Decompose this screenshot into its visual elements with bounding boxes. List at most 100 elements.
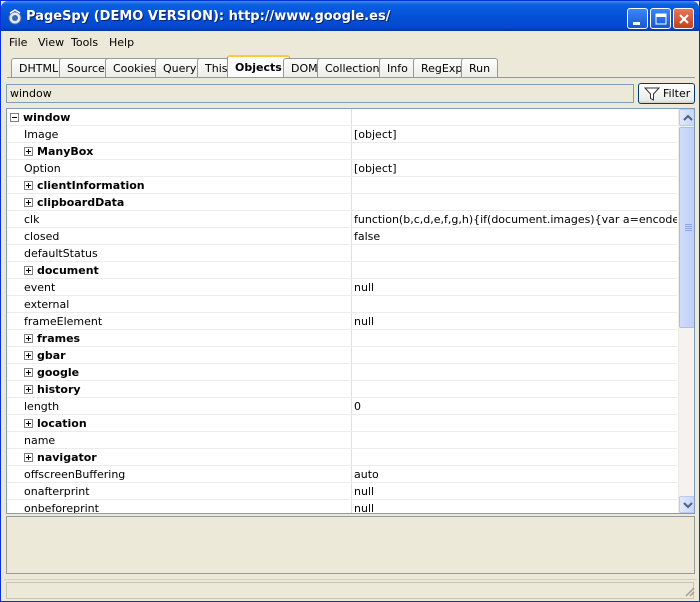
tree-row[interactable]: history — [7, 381, 677, 398]
object-tree-grid[interactable]: window Image [object] ManyBox Option [object… — [6, 108, 695, 514]
tree-row-name-cell: frameElement — [7, 313, 352, 329]
expand-icon[interactable] — [24, 334, 33, 343]
tree-row-name-cell: closed — [7, 228, 352, 244]
tree-row-name-cell: name — [7, 432, 352, 448]
property-value: null — [354, 502, 375, 514]
tree-row[interactable]: clientInformation — [7, 177, 677, 194]
tree-row[interactable]: ManyBox — [7, 143, 677, 160]
property-name: document — [37, 264, 99, 277]
property-name: location — [37, 417, 87, 430]
menu-view[interactable]: View — [38, 36, 64, 49]
expand-icon[interactable] — [24, 266, 33, 275]
tree-row[interactable]: name — [7, 432, 677, 449]
expand-icon[interactable] — [24, 351, 33, 360]
property-name: Image — [24, 128, 59, 141]
property-name: frameElement — [24, 315, 103, 328]
chevron-down-icon — [683, 502, 693, 509]
expand-icon[interactable] — [24, 385, 33, 394]
property-value: null — [354, 281, 375, 294]
tree-row[interactable]: clipboardData — [7, 194, 677, 211]
menu-file[interactable]: File — [9, 36, 27, 49]
tree-row[interactable]: frames — [7, 330, 677, 347]
tab-info[interactable]: Info — [379, 58, 416, 78]
expand-icon[interactable] — [24, 181, 33, 190]
tree-row[interactable]: event null — [7, 279, 677, 296]
maximize-button[interactable] — [650, 8, 671, 29]
tree-row-name-cell: onbeforeprint — [7, 500, 352, 513]
expand-icon[interactable] — [24, 453, 33, 462]
property-value: function(b,c,d,e,f,g,h){if(document.imag… — [354, 213, 677, 226]
property-name: history — [37, 383, 81, 396]
property-value: 0 — [354, 400, 361, 413]
property-name: length — [24, 400, 60, 413]
property-value: false — [354, 230, 381, 243]
tree-row[interactable]: offscreenBuffering auto — [7, 466, 677, 483]
menu-tools[interactable]: Tools — [71, 36, 98, 49]
scroll-up-button[interactable] — [679, 109, 694, 126]
maximize-icon — [655, 13, 667, 25]
tree-row[interactable]: length 0 — [7, 398, 677, 415]
menu-help[interactable]: Help — [109, 36, 134, 49]
scroll-thumb[interactable] — [679, 127, 694, 328]
tree-root-name-cell: window — [7, 109, 352, 125]
tab-objects[interactable]: Objects — [227, 55, 290, 78]
vertical-scrollbar[interactable] — [678, 109, 694, 513]
tree-row-name-cell: onafterprint — [7, 483, 352, 499]
minimize-button[interactable] — [627, 8, 648, 29]
property-name: offscreenBuffering — [24, 468, 126, 481]
tree-row-name-cell: length — [7, 398, 352, 414]
close-button[interactable] — [673, 8, 694, 29]
tree-root-label: window — [23, 111, 71, 124]
resize-grip-icon[interactable] — [683, 585, 695, 597]
property-name: event — [24, 281, 56, 294]
scroll-down-button[interactable] — [679, 496, 694, 513]
tree-row[interactable]: frameElement null — [7, 313, 677, 330]
tree-row-name-cell: location — [7, 415, 352, 431]
tab-run[interactable]: Run — [461, 58, 499, 78]
tree-row-name-cell: history — [7, 381, 352, 397]
property-name: google — [37, 366, 80, 379]
title-bar[interactable]: PageSpy (DEMO VERSION): http://www.googl… — [1, 1, 699, 31]
tree-row[interactable]: navigator — [7, 449, 677, 466]
tree-row[interactable]: closed false — [7, 228, 677, 245]
property-name: clipboardData — [37, 196, 125, 209]
tree-row[interactable]: location — [7, 415, 677, 432]
tab-strip-baseline — [7, 77, 695, 78]
expand-icon[interactable] — [24, 368, 33, 377]
tree-root-row[interactable]: window — [7, 109, 677, 126]
filter-input[interactable] — [6, 84, 634, 103]
expand-icon[interactable] — [24, 147, 33, 156]
tree-row[interactable]: gbar — [7, 347, 677, 364]
tree-row[interactable]: clk function(b,c,d,e,f,g,h){if(document.i… — [7, 211, 677, 228]
tree-row-name-cell: navigator — [7, 449, 352, 465]
tree-row[interactable]: onbeforeprint null — [7, 500, 677, 514]
property-name: closed — [24, 230, 60, 243]
tree-row-name-cell: ManyBox — [7, 143, 352, 159]
tree-row[interactable]: document — [7, 262, 677, 279]
filter-button[interactable]: Filter — [638, 83, 695, 104]
tree-row[interactable]: google — [7, 364, 677, 381]
tree-row-name-cell: clientInformation — [7, 177, 352, 193]
details-panel — [6, 516, 695, 574]
tree-row[interactable]: external — [7, 296, 677, 313]
expand-icon[interactable] — [24, 419, 33, 428]
tree-row-name-cell: defaultStatus — [7, 245, 352, 261]
property-value: [object] — [354, 162, 397, 175]
property-name: gbar — [37, 349, 66, 362]
tree-row[interactable]: onafterprint null — [7, 483, 677, 500]
tree-row-name-cell: offscreenBuffering — [7, 466, 352, 482]
tree-row[interactable]: defaultStatus — [7, 245, 677, 262]
status-segment — [6, 582, 694, 599]
tree-row-name-cell: event — [7, 279, 352, 295]
tab-dhtml[interactable]: DHTML — [11, 58, 67, 78]
tree-row-name-cell: gbar — [7, 347, 352, 363]
tree-row[interactable]: Option [object] — [7, 160, 677, 177]
expand-icon[interactable] — [24, 198, 33, 207]
tree-row-name-cell: document — [7, 262, 352, 278]
property-name: clk — [24, 213, 40, 226]
tree-row-name-cell: google — [7, 364, 352, 380]
collapse-icon[interactable] — [10, 113, 19, 122]
chevron-up-icon — [683, 114, 693, 121]
tab-strip: DHTML Source Cookies Query This Objects … — [7, 55, 695, 78]
tree-row[interactable]: Image [object] — [7, 126, 677, 143]
